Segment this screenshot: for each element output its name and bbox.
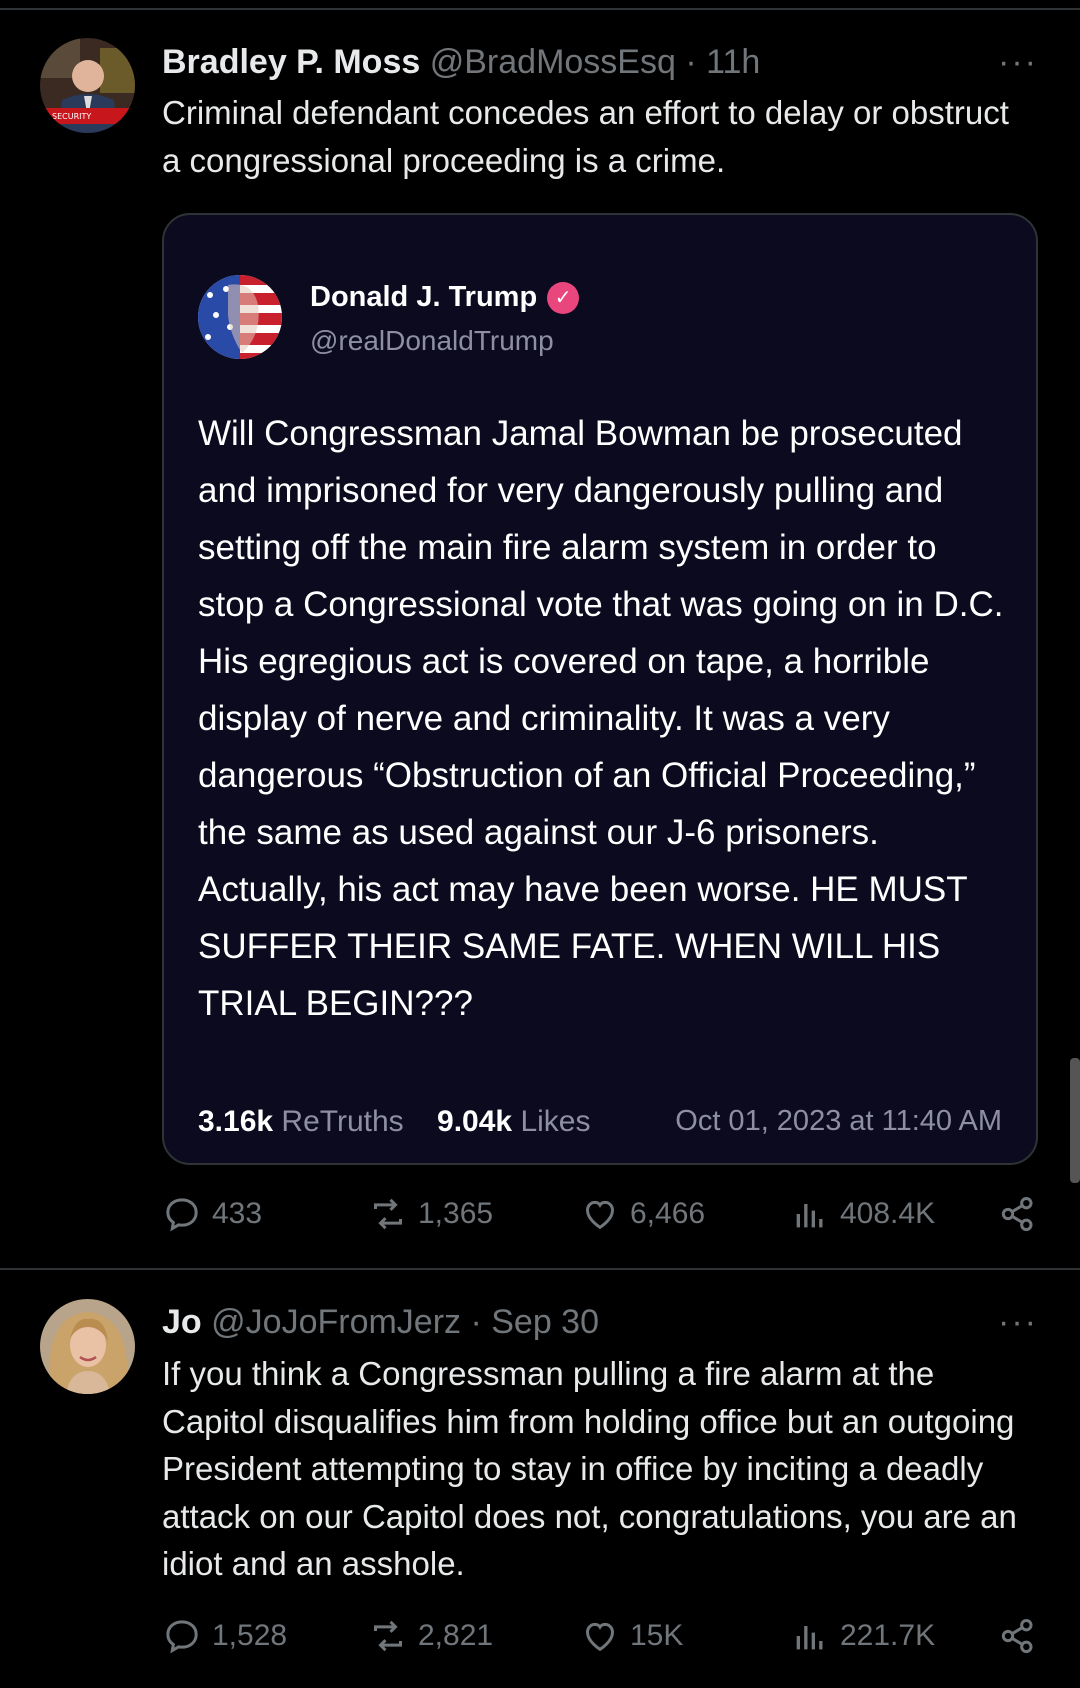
repost-icon [374,1620,402,1652]
reply-icon [166,1620,198,1654]
author-name[interactable]: Jo [162,1303,202,1341]
share-icon [1001,1197,1033,1231]
quoted-post-card[interactable]: Donald J. Trump ✓ @realDonaldTrump Will … [162,213,1038,1165]
likes-label: Likes [520,1105,591,1138]
reply-button[interactable]: 1,528 [162,1616,287,1656]
verified-icon: ✓ [547,281,580,314]
reply-count: 433 [212,1197,263,1230]
quoted-avatar[interactable] [198,275,282,359]
retruths-count: 3.16k [198,1105,274,1138]
like-button[interactable]: 15K [580,1616,683,1656]
views-icon [796,1204,823,1228]
like-count: 6,466 [630,1197,706,1230]
reply-count: 1,528 [212,1619,288,1652]
repost-icon [374,1198,402,1230]
quoted-text: Will Congressman Jamal Bowman be prosecu… [198,414,1004,1023]
like-icon [585,1200,615,1230]
share-icon [1001,1619,1033,1653]
quoted-stats: 3.16k ReTruths 9.04k Likes [198,1105,591,1139]
share-button[interactable] [998,1616,1038,1656]
tweet-divider [0,1268,1080,1270]
share-button[interactable] [998,1194,1038,1234]
avatar-caption: SECURITY [52,112,91,121]
tweet-text: If you think a Congressman pulling a fir… [162,1355,1017,1582]
reply-icon [166,1198,198,1232]
scrollbar[interactable] [1070,1058,1080,1183]
views-count: 221.7K [840,1619,936,1652]
like-count: 15K [630,1619,684,1652]
avatar[interactable]: SECURITY [40,38,135,133]
more-icon[interactable]: ··· [998,1305,1038,1339]
repost-button[interactable]: 1,365 [368,1194,493,1234]
likes-count: 9.04k [437,1105,513,1138]
repost-count: 1,365 [418,1197,494,1230]
handle-timestamp[interactable]: @JoJoFromJerz · Sep 30 [211,1303,599,1341]
like-button[interactable]: 6,466 [580,1194,705,1234]
reply-button[interactable]: 433 [162,1194,262,1234]
views-count: 408.4K [840,1197,936,1230]
more-icon[interactable]: ··· [998,45,1038,79]
handle-timestamp[interactable]: @BradMossEsq · 11h [430,43,761,81]
action-bar: 1,528 2,821 15K 221.7K [0,1616,1080,1666]
quoted-author-name[interactable]: Donald J. Trump [310,281,537,314]
retruths-label: ReTruths [281,1105,404,1138]
views-button[interactable]: 221.7K [790,1616,935,1656]
quoted-author[interactable]: Donald J. Trump ✓ [310,281,580,314]
views-icon [796,1626,823,1650]
repost-button[interactable]: 2,821 [368,1616,493,1656]
repost-count: 2,821 [418,1619,494,1652]
top-divider [0,8,1080,10]
views-button[interactable]: 408.4K [790,1194,935,1234]
quoted-date: Oct 01, 2023 at 11:40 AM [675,1105,1002,1137]
like-icon [585,1622,615,1652]
tweet-header: Bradley P. Moss @BradMossEsq · 11h [162,42,760,82]
action-bar: 433 1,365 6,466 408.4K [0,1194,1080,1244]
author-name[interactable]: Bradley P. Moss [162,43,420,81]
tweet-header: Jo @JoJoFromJerz · Sep 30 [162,1302,599,1342]
quoted-handle[interactable]: @realDonaldTrump [310,325,554,357]
avatar[interactable] [40,1299,135,1394]
tweet-text: Criminal defendant concedes an effort to… [162,94,1009,179]
